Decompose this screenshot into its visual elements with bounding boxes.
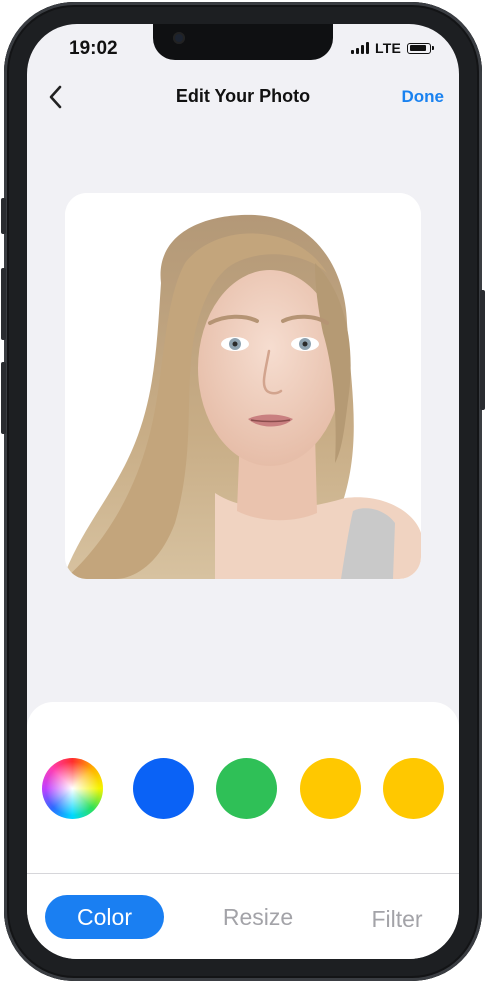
color-swatches — [42, 758, 444, 820]
green-swatch[interactable] — [216, 758, 277, 819]
yellow-swatch[interactable] — [300, 758, 361, 819]
power-button — [480, 290, 485, 410]
tab-filter[interactable]: Filter — [351, 897, 443, 941]
edit-panel: Color Resize Filter — [27, 702, 459, 959]
silent-switch — [1, 198, 6, 234]
volume-down-button — [1, 362, 6, 434]
status-time: 19:02 — [69, 38, 118, 59]
front-camera-icon — [173, 32, 185, 44]
tab-resize[interactable]: Resize — [203, 895, 313, 939]
phone-screen: 19:02 LTE Edit Your Photo Done Color Res… — [27, 24, 459, 959]
volume-up-button — [1, 268, 6, 340]
tab-divider — [27, 873, 459, 874]
photo-preview[interactable] — [65, 193, 421, 579]
done-button[interactable]: Done — [402, 87, 445, 107]
battery-icon — [407, 42, 434, 54]
portrait-photo — [65, 193, 421, 579]
page-title: Edit Your Photo — [175, 86, 311, 106]
blue-swatch[interactable] — [133, 758, 194, 819]
status-icons: LTE — [350, 40, 434, 56]
yellow-swatch-2[interactable] — [383, 758, 444, 819]
signal-icon — [350, 42, 369, 54]
color-wheel-swatch[interactable] — [42, 758, 103, 819]
network-label: LTE — [374, 40, 401, 56]
tab-color[interactable]: Color — [45, 895, 164, 939]
notch — [153, 24, 333, 60]
